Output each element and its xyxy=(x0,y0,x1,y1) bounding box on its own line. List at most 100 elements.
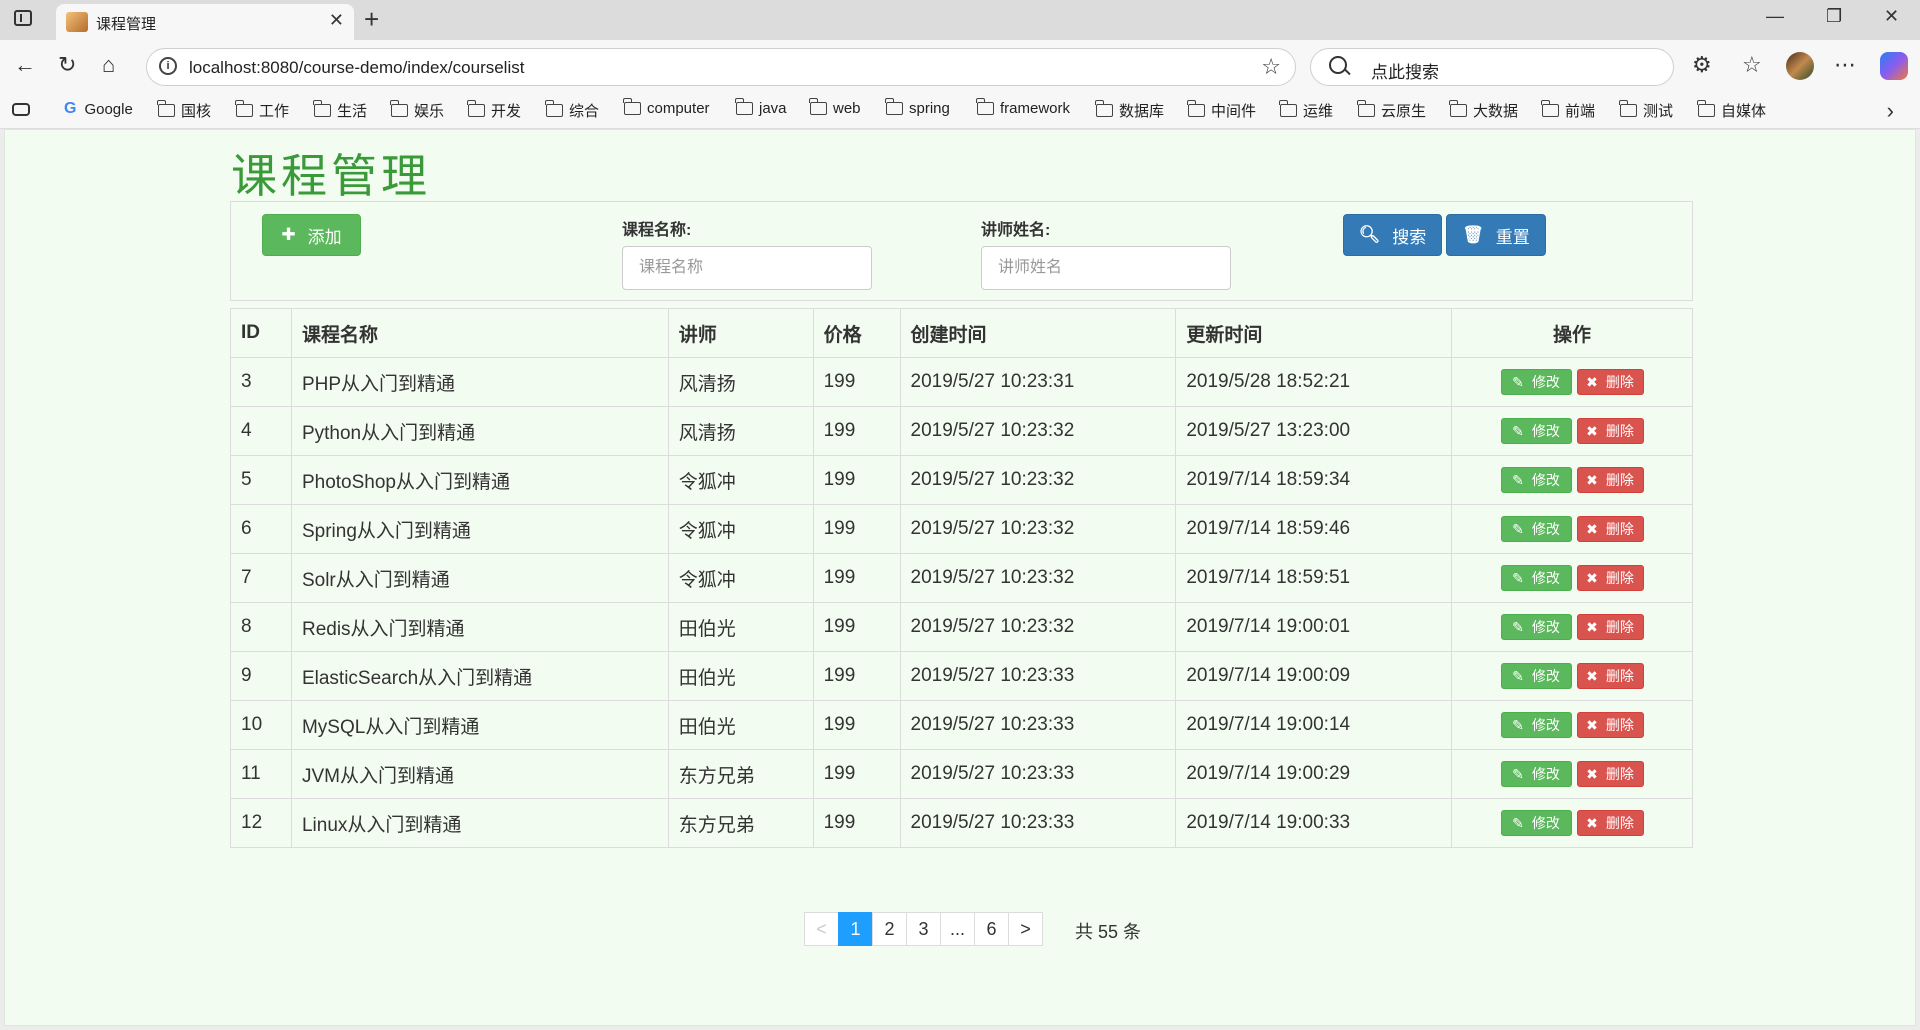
reset-button[interactable]: 🗑︎ 重置 xyxy=(1446,214,1546,256)
delete-button[interactable]: ✖ 删除 xyxy=(1576,516,1644,542)
pagination-page-1[interactable]: 1 xyxy=(838,912,873,946)
bookmark-folder[interactable]: java xyxy=(735,98,787,117)
delete-button[interactable]: ✖ 删除 xyxy=(1576,467,1644,493)
delete-button[interactable]: ✖ 删除 xyxy=(1576,614,1644,640)
edit-button[interactable]: ✎ 修改 xyxy=(1500,369,1572,395)
edit-button[interactable]: ✎ 修改 xyxy=(1500,614,1572,640)
bookmark-folder[interactable]: 工作 xyxy=(235,100,289,121)
cell-teacher: 令狐冲 xyxy=(667,455,814,505)
folder-icon xyxy=(735,98,753,115)
bookmark-folder[interactable]: 数据库 xyxy=(1095,100,1164,121)
bookmark-folder[interactable]: framework xyxy=(976,98,1070,117)
more-menu-icon[interactable]: ⋯ xyxy=(1834,52,1856,78)
browser-search-box[interactable]: 点此搜索 xyxy=(1310,48,1674,86)
cell-course-name: Redis从入门到精通 xyxy=(290,602,669,652)
bookmark-folder[interactable]: 运维 xyxy=(1279,100,1333,121)
delete-button[interactable]: ✖ 删除 xyxy=(1576,810,1644,836)
delete-button[interactable]: ✖ 删除 xyxy=(1576,418,1644,444)
bookmark-folder[interactable]: 国核 xyxy=(157,100,211,121)
bookmark-folder[interactable]: 娱乐 xyxy=(390,100,444,121)
search-panel: ✚ 添加 课程名称: 讲师姓名: 🔍︎ 搜索 🗑︎ 重置 xyxy=(230,201,1693,301)
restore-button[interactable]: ❐ xyxy=(1826,6,1842,27)
address-bar[interactable]: i localhost:8080/course-demo/index/cours… xyxy=(146,48,1296,86)
edit-button[interactable]: ✎ 修改 xyxy=(1500,761,1572,787)
edit-button[interactable]: ✎ 修改 xyxy=(1500,565,1572,591)
delete-button[interactable]: ✖ 删除 xyxy=(1576,663,1644,689)
chevron-right-icon[interactable]: › xyxy=(1887,98,1894,124)
bookmark-folder[interactable]: computer xyxy=(623,98,710,117)
reading-list-icon[interactable] xyxy=(12,103,30,116)
favorite-star-icon[interactable]: ☆ xyxy=(1261,54,1281,80)
bookmark-folder[interactable]: spring xyxy=(885,98,950,117)
edit-button[interactable]: ✎ 修改 xyxy=(1500,663,1572,689)
bookmark-folder[interactable]: 前端 xyxy=(1541,100,1595,121)
cell-price: 199 xyxy=(812,504,901,554)
cell-actions: ✎ 修改 ✖ 删除 xyxy=(1451,798,1693,848)
refresh-icon[interactable]: ↻ xyxy=(58,52,76,78)
add-button[interactable]: ✚ 添加 xyxy=(262,214,361,256)
bookmark-folder[interactable]: 自媒体 xyxy=(1697,100,1766,121)
favicon-icon xyxy=(66,12,88,32)
pagination: < 1 2 3 ... 6 > xyxy=(804,912,1043,946)
minimize-button[interactable]: — xyxy=(1766,6,1784,27)
tab-actions-icon[interactable] xyxy=(14,10,32,26)
course-name-input[interactable] xyxy=(622,246,872,290)
x-icon: ✖ xyxy=(1586,520,1598,537)
home-icon[interactable]: ⌂ xyxy=(102,52,115,78)
delete-button[interactable]: ✖ 删除 xyxy=(1576,369,1644,395)
site-info-icon[interactable]: i xyxy=(159,57,177,75)
cell-actions: ✎ 修改 ✖ 删除 xyxy=(1451,504,1693,554)
cell-price: 199 xyxy=(812,602,901,652)
edit-button[interactable]: ✎ 修改 xyxy=(1500,712,1572,738)
edit-button[interactable]: ✎ 修改 xyxy=(1500,418,1572,444)
pagination-page-6[interactable]: 6 xyxy=(974,912,1009,946)
table-body: 3 PHP从入门到精通 风清扬 199 2019/5/27 10:23:31 2019/5… xyxy=(230,357,1693,848)
cell-created: 2019/5/27 10:23:33 xyxy=(899,798,1177,848)
favorites-icon[interactable]: ☆ xyxy=(1742,52,1762,78)
back-icon[interactable]: ← xyxy=(14,52,36,78)
delete-button-label: 删除 xyxy=(1605,815,1634,831)
edit-button[interactable]: ✎ 修改 xyxy=(1500,810,1572,836)
folder-icon xyxy=(976,98,994,115)
bookmark-folder[interactable]: web xyxy=(809,98,861,117)
delete-button[interactable]: ✖ 删除 xyxy=(1576,761,1644,787)
delete-button[interactable]: ✖ 删除 xyxy=(1576,712,1644,738)
extensions-icon[interactable]: ⚙ xyxy=(1692,52,1712,78)
table-row: 3 PHP从入门到精通 风清扬 199 2019/5/27 10:23:31 2019/5… xyxy=(230,357,1693,407)
pagination-page-3[interactable]: 3 xyxy=(906,912,941,946)
pagination-page-2[interactable]: 2 xyxy=(872,912,907,946)
browser-toolbar: ← ↻ ⌂ i localhost:8080/course-demo/index… xyxy=(0,40,1920,94)
url-text[interactable]: localhost:8080/course-demo/index/coursel… xyxy=(189,58,524,78)
delete-button-label: 删除 xyxy=(1605,668,1634,684)
tab-close-icon[interactable]: ✕ xyxy=(329,10,344,31)
bookmark-folder[interactable]: 开发 xyxy=(467,100,521,121)
bookmark-folder[interactable]: 云原生 xyxy=(1357,100,1426,121)
delete-button-label: 删除 xyxy=(1605,570,1634,586)
edit-button[interactable]: ✎ 修改 xyxy=(1500,467,1572,493)
bookmark-folder[interactable]: 综合 xyxy=(545,100,599,121)
browser-search-placeholder[interactable]: 点此搜索 xyxy=(1371,58,1439,83)
profile-avatar[interactable] xyxy=(1786,52,1814,80)
delete-button-label: 删除 xyxy=(1605,717,1634,733)
cell-course-name: Linux从入门到精通 xyxy=(290,798,669,848)
cell-course-name: MySQL从入门到精通 xyxy=(290,700,669,750)
pagination-prev[interactable]: < xyxy=(804,912,839,946)
pencil-icon: ✎ xyxy=(1512,471,1524,488)
bookmark-folder[interactable]: 大数据 xyxy=(1449,100,1518,121)
edit-button[interactable]: ✎ 修改 xyxy=(1500,516,1572,542)
pencil-icon: ✎ xyxy=(1512,373,1524,390)
delete-button[interactable]: ✖ 删除 xyxy=(1576,565,1644,591)
teacher-name-input[interactable] xyxy=(981,246,1231,290)
bookmark-folder[interactable]: 生活 xyxy=(313,100,367,121)
pagination-next[interactable]: > xyxy=(1008,912,1043,946)
bookmark-google[interactable]: G Google xyxy=(64,100,133,118)
pencil-icon: ✎ xyxy=(1512,765,1524,782)
new-tab-button[interactable]: + xyxy=(364,4,379,35)
copilot-icon[interactable] xyxy=(1880,52,1908,80)
search-button[interactable]: 🔍︎ 搜索 xyxy=(1343,214,1442,256)
close-window-button[interactable]: ✕ xyxy=(1884,6,1899,27)
browser-tab[interactable]: 课程管理 ✕ xyxy=(56,4,354,40)
bookmark-folder[interactable]: 测试 xyxy=(1619,100,1673,121)
google-icon: G xyxy=(64,100,77,117)
bookmark-folder[interactable]: 中间件 xyxy=(1187,100,1256,121)
